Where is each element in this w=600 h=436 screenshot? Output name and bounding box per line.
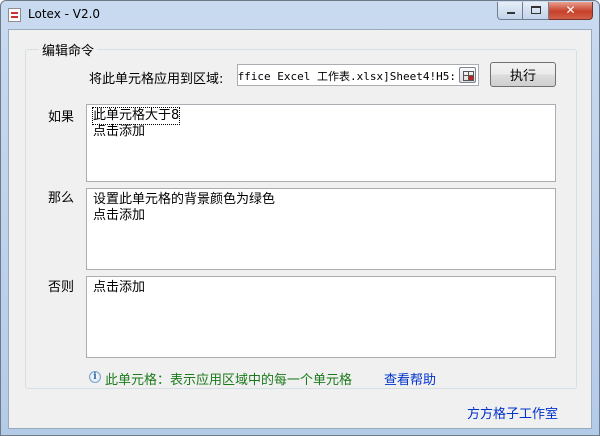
hint-text: 此单元格：表示应用区域中的每一个单元格 xyxy=(105,373,353,388)
then-action-item[interactable]: 设置此单元格的背景颜色为绿色 xyxy=(93,192,549,208)
then-label: 那么 xyxy=(48,191,75,206)
else-label: 否则 xyxy=(48,280,75,295)
studio-link[interactable]: 方方格子工作室 xyxy=(467,403,558,422)
if-condition-box[interactable]: 此单元格大于8 点击添加 xyxy=(86,104,556,182)
if-label: 如果 xyxy=(48,110,75,125)
maximize-icon xyxy=(531,6,541,14)
then-add-link[interactable]: 点击添加 xyxy=(93,208,549,224)
apply-range-label: 将此单元格应用到区域: xyxy=(89,72,224,87)
maximize-button[interactable] xyxy=(523,2,549,20)
execute-button[interactable]: 执行 xyxy=(490,62,556,87)
app-window: Lotex - V2.0 ✕ 编辑命令 将此单元格应用到区域: [Microso… xyxy=(0,0,600,436)
minimize-icon xyxy=(507,12,515,14)
app-icon[interactable] xyxy=(8,8,21,22)
close-button[interactable]: ✕ xyxy=(549,2,593,20)
caption-buttons: ✕ xyxy=(497,2,593,20)
if-condition-item[interactable]: 此单元格大于8 xyxy=(91,107,181,125)
window-title: Lotex - V2.0 xyxy=(28,7,101,21)
else-action-box[interactable]: 点击添加 xyxy=(86,276,556,358)
if-add-link[interactable]: 点击添加 xyxy=(93,124,549,140)
else-add-link[interactable]: 点击添加 xyxy=(93,280,549,296)
range-select-icon[interactable] xyxy=(459,67,476,83)
close-icon: ✕ xyxy=(565,3,576,17)
apply-range-value: [Microsoft Office Excel 工作表.xlsx]Sheet4!… xyxy=(237,70,456,83)
title-bar[interactable]: Lotex - V2.0 ✕ xyxy=(1,1,599,29)
apply-range-input[interactable]: [Microsoft Office Excel 工作表.xlsx]Sheet4!… xyxy=(237,64,479,86)
view-help-link[interactable]: 查看帮助 xyxy=(384,369,436,388)
dialog-body: 编辑命令 将此单元格应用到区域: [Microsoft Office Excel… xyxy=(8,29,592,429)
info-icon: i xyxy=(89,371,101,383)
then-action-box[interactable]: 设置此单元格的背景颜色为绿色 点击添加 xyxy=(86,188,556,270)
group-title: 编辑命令 xyxy=(39,40,98,59)
minimize-button[interactable] xyxy=(497,2,523,20)
